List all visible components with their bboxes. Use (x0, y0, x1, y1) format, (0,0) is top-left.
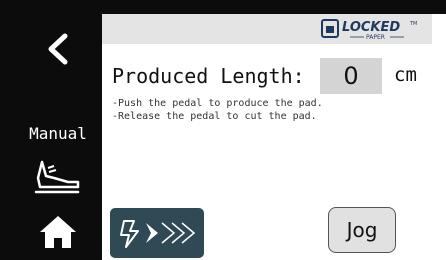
header-bar: LOCKED TM PAPER (102, 14, 432, 44)
power-feed-button[interactable] (110, 208, 204, 258)
home-icon (40, 216, 76, 248)
produced-length-value: 0 (320, 58, 382, 94)
hint-release-pedal: -Release the pedal to cut the pad. (112, 111, 317, 122)
jog-button[interactable]: Jog (328, 207, 396, 253)
brand-name: LOCKED (342, 20, 400, 35)
lightning-arrows-icon (120, 220, 196, 248)
main-panel: LOCKED TM PAPER Produced Length: 0 cm -P… (102, 14, 446, 260)
brand-logo: LOCKED TM PAPER (321, 19, 417, 41)
hint-push-pedal: -Push the pedal to produce the pad. (112, 98, 323, 109)
length-unit: cm (394, 64, 417, 86)
produced-length-label: Produced Length: (112, 64, 305, 88)
home-button[interactable] (14, 214, 102, 260)
brand-sub: PAPER (366, 34, 385, 41)
mode-label: Manual (29, 124, 87, 143)
back-button[interactable] (14, 24, 102, 74)
brand-trademark: TM (409, 21, 417, 27)
chevron-left-icon (48, 33, 68, 65)
shoe-pedal-icon (34, 160, 80, 194)
sidebar: Manual (14, 14, 102, 260)
